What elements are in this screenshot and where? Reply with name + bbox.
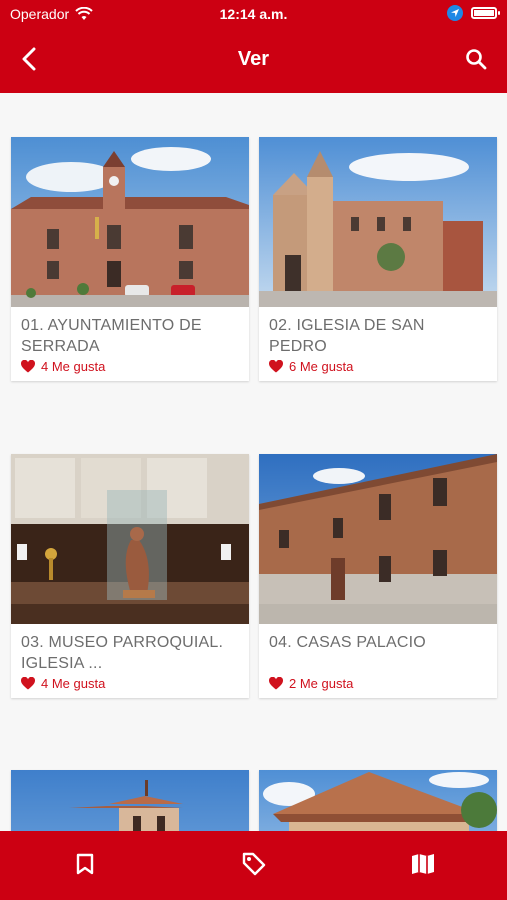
status-time: 12:14 a.m. xyxy=(219,6,288,22)
tag-icon xyxy=(242,852,266,876)
likes-count: 2 Me gusta xyxy=(289,675,354,691)
place-photo xyxy=(259,454,497,624)
status-right xyxy=(447,5,500,21)
page-title: Ver xyxy=(237,48,270,70)
place-photo xyxy=(259,137,497,307)
top-bar: Operador 12:14 a.m. Ver xyxy=(0,0,507,93)
tab-map[interactable] xyxy=(408,849,438,879)
map-icon xyxy=(412,854,434,874)
place-photo xyxy=(11,454,249,624)
search-button[interactable] xyxy=(461,44,491,74)
place-photo xyxy=(11,137,249,307)
place-name: 04. CASAS PALACIO xyxy=(269,634,426,651)
bottom-tab-bar xyxy=(0,831,507,900)
place-card[interactable]: 02. IGLESIA DE SAN PEDRO 6 Me gusta xyxy=(259,137,497,381)
likes-row[interactable]: 6 Me gusta xyxy=(259,359,497,381)
place-name: 02. IGLESIA DE SAN PEDRO xyxy=(269,317,425,355)
place-card[interactable]: 01. AYUNTAMIENTO DE SERRADA 4 Me gusta xyxy=(11,137,249,381)
tab-tags[interactable] xyxy=(239,849,269,879)
bookmark-icon xyxy=(76,853,94,875)
tab-bookmarks[interactable] xyxy=(70,849,100,879)
place-card[interactable] xyxy=(11,770,249,831)
heart-icon xyxy=(269,359,283,372)
place-card[interactable]: 04. CASAS PALACIO 2 Me gusta xyxy=(259,454,497,698)
likes-count: 6 Me gusta xyxy=(289,358,354,374)
heart-icon xyxy=(21,359,35,372)
place-name: 01. AYUNTAMIENTO DE SERRADA xyxy=(21,317,202,355)
place-photo xyxy=(259,770,497,831)
content-grid: 01. AYUNTAMIENTO DE SERRADA 4 Me gusta 0… xyxy=(0,93,507,831)
place-name: 03. MUSEO PARROQUIAL. IGLESIA ... xyxy=(21,634,224,672)
place-card[interactable]: 03. MUSEO PARROQUIAL. IGLESIA ... 4 Me g… xyxy=(11,454,249,698)
likes-count: 4 Me gusta xyxy=(41,358,106,374)
place-card[interactable] xyxy=(259,770,497,831)
status-bar: Operador 12:14 a.m. xyxy=(0,0,507,28)
app-bar: Ver xyxy=(0,30,507,90)
location-icon xyxy=(447,5,463,21)
heart-icon xyxy=(269,676,283,689)
heart-icon xyxy=(21,676,35,689)
battery-icon xyxy=(471,7,500,19)
likes-row[interactable]: 2 Me gusta xyxy=(259,676,497,698)
likes-row[interactable]: 4 Me gusta xyxy=(11,676,249,698)
search-icon xyxy=(466,49,487,70)
likes-row[interactable]: 4 Me gusta xyxy=(11,359,249,381)
place-photo xyxy=(11,770,249,831)
likes-count: 4 Me gusta xyxy=(41,675,106,691)
